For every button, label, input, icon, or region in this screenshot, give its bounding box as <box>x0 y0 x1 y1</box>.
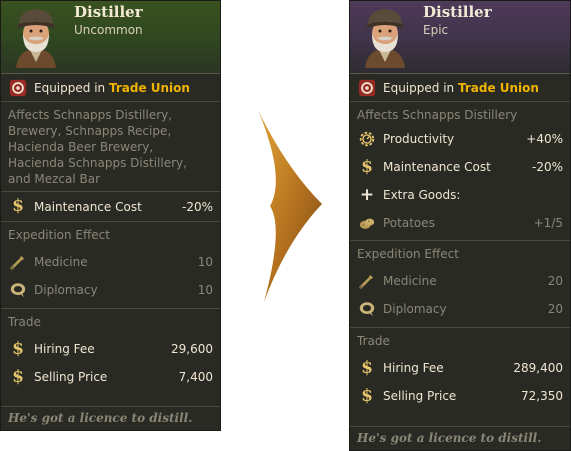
coin-icon: $ <box>12 366 24 387</box>
medicine-value: 20 <box>547 274 563 288</box>
medicine-icon <box>357 271 377 291</box>
specialist-card-current: Distiller Uncommon Equipped in Trade Uni… <box>0 0 221 431</box>
trade-title: Trade <box>357 334 390 348</box>
selling-price-label: Selling Price <box>383 389 457 403</box>
equipped-row: Equipped in Trade Union <box>1 74 220 102</box>
equipped-prefix: Equipped in <box>383 80 455 95</box>
diplomacy-value: 20 <box>547 302 563 316</box>
productivity-icon <box>357 129 377 149</box>
expedition-title: Expedition Effect <box>8 228 110 242</box>
coin-icon: $ <box>361 385 373 406</box>
hiring-fee-row: $ Hiring Fee 29,600 <box>1 335 220 363</box>
hiring-fee-value: 289,400 <box>513 361 563 375</box>
coin-icon: $ <box>12 196 24 216</box>
coin-icon: $ <box>12 338 24 359</box>
extra-goods-row: + Extra Goods: <box>350 181 570 209</box>
potatoes-value: +1/5 <box>533 216 563 230</box>
medicine-value: 10 <box>197 255 213 269</box>
maintenance-label: Maintenance Cost <box>383 160 491 174</box>
trade-union-icon <box>8 78 28 98</box>
coin-icon: $ <box>361 156 373 177</box>
affects-text: Affects Schnapps Distillery <box>357 108 518 122</box>
equipped-row: Equipped in Trade Union <box>350 74 570 102</box>
potatoes-row: Potatoes +1/5 <box>350 209 570 237</box>
card-header: Distiller Epic <box>350 1 570 74</box>
coin-icon: $ <box>361 357 373 378</box>
extra-goods-label: Extra Goods: <box>383 188 461 202</box>
plus-icon: + <box>359 184 375 205</box>
distiller-portrait <box>355 4 415 68</box>
rarity-label: Epic <box>423 23 449 37</box>
potatoes-label: Potatoes <box>383 216 435 230</box>
selling-price-value: 72,350 <box>521 389 563 403</box>
maintenance-row: $ Maintenance Cost -20% <box>1 192 220 221</box>
selling-price-label: Selling Price <box>34 370 108 384</box>
trade-title: Trade <box>8 315 41 329</box>
diplomacy-row: Diplomacy 20 <box>350 295 570 323</box>
distiller-portrait <box>6 4 66 68</box>
maintenance-value: -20% <box>531 160 563 174</box>
flavor-text: He's got a licence to distill. <box>350 426 570 450</box>
equipped-place: Trade Union <box>108 80 190 95</box>
productivity-label: Productivity <box>383 132 455 146</box>
hiring-fee-value: 29,600 <box>171 342 213 356</box>
equipped-place: Trade Union <box>457 80 539 95</box>
affects-text: Affects Schnapps Distillery, Brewery, Sc… <box>1 102 220 192</box>
hiring-fee-label: Hiring Fee <box>34 342 95 356</box>
diplomacy-icon <box>357 299 377 319</box>
specialist-card-upgraded: Distiller Epic Equipped in Trade Union A… <box>349 0 571 451</box>
specialist-name: Distiller <box>74 3 143 21</box>
productivity-row: Productivity +40% <box>350 125 570 153</box>
medicine-label: Medicine <box>383 274 437 288</box>
medicine-row: Medicine 20 <box>350 267 570 295</box>
trade-union-icon <box>357 78 377 98</box>
diplomacy-label: Diplomacy <box>383 302 447 316</box>
rarity-label: Uncommon <box>74 23 143 37</box>
diplomacy-label: Diplomacy <box>34 283 98 297</box>
hiring-fee-row: $ Hiring Fee 289,400 <box>350 354 570 382</box>
selling-price-value: 7,400 <box>178 370 213 384</box>
maintenance-row: $ Maintenance Cost -20% <box>350 153 570 181</box>
equipped-prefix: Equipped in <box>34 80 106 95</box>
expedition-title: Expedition Effect <box>357 247 459 261</box>
medicine-icon <box>8 252 28 272</box>
diplomacy-value: 10 <box>197 283 213 297</box>
diplomacy-icon <box>8 280 28 300</box>
maintenance-value: -20% <box>181 199 213 214</box>
productivity-value: +40% <box>526 132 563 146</box>
flavor-text: He's got a licence to distill. <box>1 406 220 430</box>
card-header: Distiller Uncommon <box>1 1 220 74</box>
potato-icon <box>357 213 377 233</box>
maintenance-label: Maintenance Cost <box>34 199 142 214</box>
arrow-right-icon <box>258 110 322 302</box>
diplomacy-row: Diplomacy 10 <box>1 276 220 304</box>
hiring-fee-label: Hiring Fee <box>383 361 444 375</box>
specialist-name: Distiller <box>423 3 492 21</box>
selling-price-row: $ Selling Price 7,400 <box>1 363 220 391</box>
selling-price-row: $ Selling Price 72,350 <box>350 382 570 410</box>
medicine-label: Medicine <box>34 255 88 269</box>
medicine-row: Medicine 10 <box>1 248 220 276</box>
